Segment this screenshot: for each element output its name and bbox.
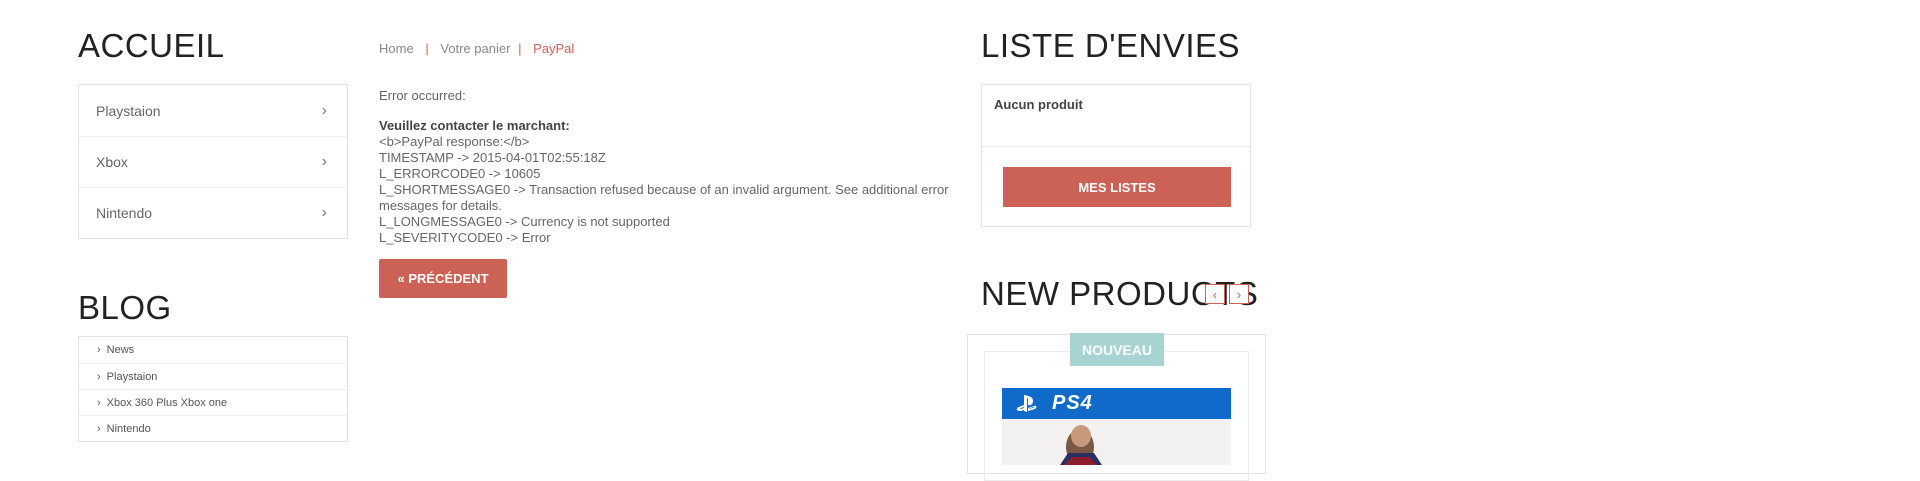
category-label: Playstaion <box>96 102 161 119</box>
category-label: Nintendo <box>96 205 153 221</box>
blog-list: › News › Playstaion › Xbox 360 Plus Xbox… <box>78 336 348 442</box>
category-label: Xbox <box>96 154 128 170</box>
blog-section-title: BLOG <box>78 289 172 326</box>
home-section-title: ACCUEIL <box>78 27 225 64</box>
my-lists-button[interactable]: MES LISTES <box>1003 167 1231 207</box>
error-occurred-text: Error occurred: <box>379 88 466 103</box>
category-list: Playstaion › Xbox › Nintendo › <box>78 84 348 239</box>
breadcrumb-current: PayPal <box>533 41 575 56</box>
error-line: L_ERRORCODE0 -> 10605 <box>379 166 541 181</box>
wishlist-empty-text: Aucun produit <box>994 97 1083 112</box>
breadcrumb-home-link[interactable]: Home <box>379 41 414 56</box>
blog-item-label: Xbox 360 Plus Xbox one <box>106 396 228 409</box>
ps4-banner: PS4 <box>1002 388 1231 419</box>
error-line: L_LONGMESSAGE0 -> Currency is not suppor… <box>379 214 670 229</box>
wishlist-box: Aucun produit MES LISTES <box>981 84 1251 227</box>
blog-item-label: Nintendo <box>106 422 151 435</box>
error-contact-heading: Veuillez contacter le marchant: <box>379 118 570 133</box>
breadcrumb: Home | Votre panier | PayPal <box>379 41 574 56</box>
chevron-right-icon: › <box>97 370 101 383</box>
error-line: L_SHORTMESSAGE0 -> Transaction refused b… <box>379 182 949 213</box>
error-line: <b>PayPal response:</b> <box>379 134 530 149</box>
ps4-label: PS4 <box>1052 392 1093 414</box>
category-item-playstation[interactable]: Playstaion › <box>79 85 347 136</box>
carousel-next-button[interactable]: › <box>1229 284 1249 304</box>
divider <box>982 146 1250 147</box>
wishlist-title: LISTE D'ENVIES <box>981 27 1241 64</box>
chevron-right-icon: › <box>321 153 327 170</box>
chevron-right-icon: › <box>97 344 101 356</box>
game-cover-art <box>1002 419 1231 465</box>
new-badge: NOUVEAU <box>1070 333 1164 366</box>
blog-item-playstation[interactable]: › Playstaion <box>79 363 347 389</box>
breadcrumb-cart-link[interactable]: Votre panier <box>440 41 510 56</box>
blog-item-news[interactable]: › News <box>79 337 347 363</box>
chevron-right-icon: › <box>97 396 101 409</box>
carousel-prev-button[interactable]: ‹ <box>1205 284 1225 304</box>
blog-item-label: Playstaion <box>106 370 158 383</box>
blog-item-nintendo[interactable]: › Nintendo <box>79 415 347 441</box>
chevron-right-icon: › <box>321 204 327 221</box>
category-item-nintendo[interactable]: Nintendo › <box>79 187 347 238</box>
blog-item-label: News <box>106 344 135 356</box>
blog-item-xbox[interactable]: › Xbox 360 Plus Xbox one <box>79 389 347 415</box>
breadcrumb-separator: | <box>518 41 522 56</box>
chevron-right-icon: › <box>97 422 101 435</box>
product-image[interactable]: PS4 <box>1002 388 1231 465</box>
error-line: L_SEVERITYCODE0 -> Error <box>379 230 551 245</box>
chevron-right-icon: › <box>321 101 327 119</box>
back-button[interactable]: « PRÉCÉDENT <box>379 259 507 298</box>
error-message-block: Error occurred: Veuillez contacter le ma… <box>379 88 949 246</box>
playstation-logo-icon <box>1016 394 1037 412</box>
error-line: TIMESTAMP -> 2015-04-01T02:55:18Z <box>379 150 606 165</box>
breadcrumb-separator: | <box>425 41 429 56</box>
category-item-xbox[interactable]: Xbox › <box>79 136 347 187</box>
